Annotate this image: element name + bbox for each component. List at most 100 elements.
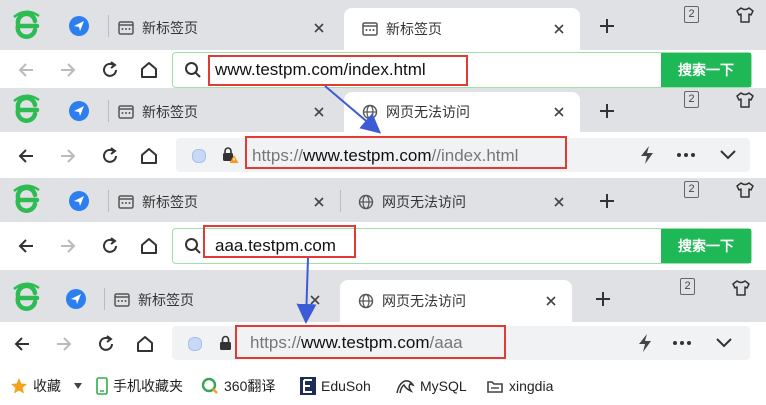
close-icon[interactable] xyxy=(552,22,566,36)
forward-icon[interactable] xyxy=(56,234,80,258)
send-icon[interactable] xyxy=(68,100,90,122)
bookmark-edusoho[interactable]: EduSoh xyxy=(300,376,371,396)
edusoho-icon xyxy=(300,377,316,395)
forward-icon[interactable] xyxy=(52,332,76,356)
highlight-box xyxy=(203,225,356,258)
browser-logo-icon xyxy=(10,182,42,214)
browser-logo-icon xyxy=(10,280,42,312)
highlight-box xyxy=(235,325,506,359)
star-icon xyxy=(11,378,27,394)
lock-warning-icon[interactable] xyxy=(220,145,240,165)
bookmark-xingdian[interactable]: xingdia xyxy=(486,376,553,396)
reload-icon[interactable] xyxy=(98,144,122,168)
home-icon[interactable] xyxy=(137,144,161,168)
close-icon[interactable] xyxy=(544,294,558,308)
bookmark-mobile[interactable]: 手机收藏夹 xyxy=(96,376,183,396)
close-icon[interactable] xyxy=(308,293,322,307)
tab-label: 新标签页 xyxy=(142,104,198,120)
browser-logo-icon xyxy=(10,92,42,124)
new-tab-plus-icon[interactable] xyxy=(596,100,618,122)
tab-label: 网页无法访问 xyxy=(382,194,466,210)
forward-icon[interactable] xyxy=(56,144,80,168)
close-icon[interactable] xyxy=(552,195,566,209)
send-icon[interactable] xyxy=(68,190,90,212)
forward-icon[interactable] xyxy=(56,58,80,82)
skin-shirt-icon[interactable] xyxy=(734,90,756,110)
tab-unreachable-active[interactable]: 网页无法访问 xyxy=(344,92,580,132)
search-icon xyxy=(183,236,203,256)
close-icon[interactable] xyxy=(312,105,326,119)
page-icon xyxy=(362,21,378,37)
reload-icon[interactable] xyxy=(98,58,122,82)
tab-new-tab-active[interactable]: 新标签页 xyxy=(344,8,580,50)
bookmark-mysql[interactable]: MySQL xyxy=(395,376,467,396)
send-icon[interactable] xyxy=(68,15,90,37)
caret-down-icon[interactable] xyxy=(73,382,83,390)
browser-panel-4: 新标签页 网页无法访问 2 https://www.testpm.com/aaa xyxy=(0,270,766,370)
search-icon xyxy=(183,60,203,80)
tab-unreachable-active[interactable]: 网页无法访问 xyxy=(340,280,572,322)
skin-shirt-icon[interactable] xyxy=(730,278,752,298)
skin-shirt-icon[interactable] xyxy=(734,180,756,200)
close-icon[interactable] xyxy=(312,21,326,35)
tab-new-tab[interactable]: 新标签页 xyxy=(100,182,340,222)
tab-count-badge[interactable]: 2 xyxy=(680,278,695,295)
tab-label: 网页无法访问 xyxy=(382,293,466,309)
chevron-down-icon[interactable] xyxy=(712,332,736,354)
search-button[interactable]: 搜索一下 xyxy=(661,53,751,87)
bookmark-label: EduSoh xyxy=(321,378,371,394)
highlight-box xyxy=(245,136,567,169)
tab-label: 新标签页 xyxy=(142,194,198,210)
tab-count-badge[interactable]: 2 xyxy=(684,91,699,108)
bookmark-favorites[interactable]: 收藏 xyxy=(10,376,88,396)
back-icon[interactable] xyxy=(14,144,38,168)
tab-label: 新标签页 xyxy=(386,21,442,37)
reload-icon[interactable] xyxy=(98,234,122,258)
tab-count-badge[interactable]: 2 xyxy=(684,181,699,198)
back-icon[interactable] xyxy=(14,234,38,258)
send-icon[interactable] xyxy=(65,288,87,310)
close-icon[interactable] xyxy=(552,105,566,119)
lock-icon[interactable] xyxy=(216,333,236,353)
back-icon[interactable] xyxy=(10,332,34,356)
search-button[interactable]: 搜索一下 xyxy=(661,229,751,263)
page-icon xyxy=(118,194,134,210)
tab-unreachable[interactable]: 网页无法访问 xyxy=(340,182,580,222)
bookmark-label: 360翻译 xyxy=(224,378,276,394)
lightning-icon[interactable] xyxy=(634,332,656,354)
tab-label: 新标签页 xyxy=(138,292,194,308)
bookmark-label: xingdia xyxy=(509,378,554,394)
tab-new-tab[interactable]: 新标签页 xyxy=(100,8,340,48)
tab-label: 网页无法访问 xyxy=(386,104,470,120)
lightning-icon[interactable] xyxy=(636,144,658,166)
tab-new-tab[interactable]: 新标签页 xyxy=(96,280,336,320)
back-icon[interactable] xyxy=(14,58,38,82)
site-info-icon[interactable] xyxy=(188,337,202,351)
globe-icon xyxy=(362,104,378,120)
nav-bar: aaa.testpm.com 搜索一下 xyxy=(0,222,766,270)
more-icon[interactable] xyxy=(674,144,698,166)
new-tab-plus-icon[interactable] xyxy=(596,190,618,212)
tab-count-badge[interactable]: 2 xyxy=(684,6,699,23)
more-icon[interactable] xyxy=(670,332,694,354)
globe-icon xyxy=(358,194,374,210)
folder-icon xyxy=(487,381,503,393)
site-info-icon[interactable] xyxy=(192,149,206,163)
reload-icon[interactable] xyxy=(94,332,118,356)
skin-shirt-icon[interactable] xyxy=(734,5,756,25)
browser-panel-2: 新标签页 网页无法访问 2 https://www.testpm.com//in… xyxy=(0,88,766,178)
page-icon xyxy=(114,292,130,308)
bookmark-translate[interactable]: 360翻译 xyxy=(201,376,275,396)
home-icon[interactable] xyxy=(133,332,157,356)
browser-panel-3: 新标签页 网页无法访问 2 aaa.testpm.com 搜索一下 xyxy=(0,178,766,270)
home-icon[interactable] xyxy=(137,234,161,258)
bookmarks-bar: 收藏 手机收藏夹 360翻译 EduSoh MySQL xingdia xyxy=(0,370,766,405)
new-tab-plus-icon[interactable] xyxy=(596,15,618,37)
new-tab-plus-icon[interactable] xyxy=(592,288,614,310)
close-icon[interactable] xyxy=(312,195,326,209)
highlight-box xyxy=(208,55,468,86)
chevron-down-icon[interactable] xyxy=(716,144,740,166)
tab-new-tab[interactable]: 新标签页 xyxy=(100,92,340,132)
home-icon[interactable] xyxy=(137,58,161,82)
globe-icon xyxy=(358,293,374,309)
